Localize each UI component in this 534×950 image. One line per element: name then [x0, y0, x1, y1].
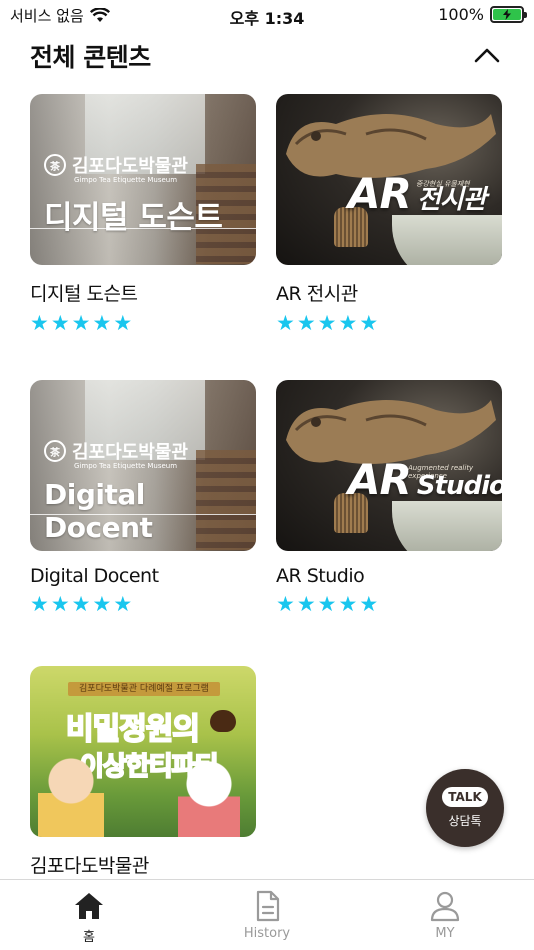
star-icon: ★	[50, 592, 70, 616]
thumb-sub-text: Gimpo Tea Etiquette Museum	[74, 462, 178, 470]
thumb-banner-text: 김포다도박물관 다례예절 프로그램	[68, 682, 220, 696]
rating-stars: ★★★★★	[276, 593, 502, 615]
collapse-button[interactable]	[472, 40, 502, 70]
person-icon	[430, 891, 460, 922]
content-card-ar-studio[interactable]: Augmented reality experience AR Studio A…	[276, 380, 502, 615]
content-card-digital-docent-en[interactable]: 茶 김포다도박물관 Gimpo Tea Etiquette Museum Dig…	[30, 380, 256, 615]
bottom-tab-bar: 홈 History MY	[0, 879, 534, 950]
star-icon: ★	[296, 592, 316, 616]
battery-percent: 100%	[438, 5, 484, 24]
star-icon: ★	[92, 311, 112, 335]
star-icon: ★	[71, 311, 91, 335]
star-icon: ★	[50, 311, 70, 335]
chevron-up-icon	[474, 48, 500, 63]
thumb-main-text: AR	[348, 455, 412, 504]
thumb-main-text: Digital Docent	[44, 478, 153, 544]
tab-home[interactable]: 홈	[0, 880, 178, 950]
star-icon: ★	[30, 592, 49, 616]
card-thumbnail[interactable]: 茶 김포다도박물관 Gimpo Tea Etiquette Museum Dig…	[30, 380, 256, 551]
star-icon: ★	[338, 311, 358, 335]
teapot-illustration	[210, 710, 236, 732]
star-icon: ★	[30, 311, 49, 335]
child-illustration	[38, 757, 104, 837]
rating-stars: ★★★★★	[30, 312, 256, 334]
thumb-sub-text: Studio	[416, 471, 502, 501]
star-icon: ★	[113, 592, 133, 616]
star-icon: ★	[276, 311, 295, 335]
star-icon: ★	[338, 592, 358, 616]
star-icon: ★	[317, 592, 337, 616]
cat-illustration	[178, 759, 240, 837]
thumb-logo-text: 김포다도박물관	[72, 442, 188, 463]
tab-history[interactable]: History	[178, 880, 356, 950]
status-right: 100%	[438, 5, 527, 24]
museum-logo-icon: 茶	[44, 440, 66, 462]
battery-charging-icon	[490, 6, 527, 23]
museum-logo-icon: 茶	[44, 154, 66, 176]
star-icon: ★	[296, 311, 316, 335]
card-title: 김포다도박물관	[30, 855, 149, 877]
section-title: 전체 콘텐츠	[30, 43, 151, 72]
content-card-tea-party[interactable]: 김포다도박물관 다례예절 프로그램 비밀정원의 이상한티파티 김포다도박물관 ★…	[30, 666, 256, 906]
star-icon: ★	[113, 311, 133, 335]
thumb-sub-text: Gimpo Tea Etiquette Museum	[74, 176, 178, 184]
document-icon	[256, 890, 280, 922]
home-icon	[75, 893, 103, 919]
tab-label: MY	[435, 926, 455, 941]
tab-label: 홈	[83, 930, 95, 945]
card-title: Digital Docent	[30, 565, 159, 587]
rating-stars: ★★★★★	[276, 312, 502, 334]
star-icon: ★	[71, 592, 91, 616]
card-title: AR 전시관	[276, 283, 358, 305]
star-icon: ★	[276, 592, 295, 616]
status-bar: 서비스 없음 오후 1:34 100%	[0, 0, 534, 30]
card-thumbnail[interactable]: 증강현실 유물재현 AR 전시관	[276, 94, 502, 265]
star-icon: ★	[317, 311, 337, 335]
tab-my[interactable]: MY	[356, 880, 534, 950]
star-icon: ★	[92, 592, 112, 616]
thumb-logo-text: 김포다도박물관	[72, 156, 188, 177]
card-thumbnail[interactable]: Augmented reality experience AR Studio	[276, 380, 502, 551]
thumb-sub-text: 전시관	[416, 185, 487, 215]
star-icon: ★	[359, 311, 379, 335]
star-icon: ★	[359, 592, 379, 616]
content-card-ar-exhibition[interactable]: 증강현실 유물재현 AR 전시관 AR 전시관 ★ ★ ★ ★ ★	[276, 94, 502, 334]
talk-consult-button[interactable]: TALK 상담톡	[426, 769, 504, 847]
talk-bubble-icon: TALK	[442, 787, 488, 807]
thumb-main-text: AR	[348, 169, 412, 218]
content-card-digital-docent-ko[interactable]: 茶 김포다도박물관 Gimpo Tea Etiquette Museum 디지털…	[30, 94, 256, 334]
card-title: 디지털 도슨트	[30, 283, 138, 305]
talk-label: 상담톡	[448, 814, 482, 828]
thumb-title-1: 비밀정원의	[65, 711, 201, 748]
card-thumbnail[interactable]: 김포다도박물관 다례예절 프로그램 비밀정원의 이상한티파티	[30, 666, 256, 837]
tab-label: History	[243, 926, 291, 941]
card-thumbnail[interactable]: 茶 김포다도박물관 Gimpo Tea Etiquette Museum 디지털…	[30, 94, 256, 265]
thumb-main-text: 디지털 도슨트	[44, 200, 223, 236]
rating-stars: ★★★★★	[30, 593, 256, 615]
card-title: AR Studio	[276, 565, 365, 587]
